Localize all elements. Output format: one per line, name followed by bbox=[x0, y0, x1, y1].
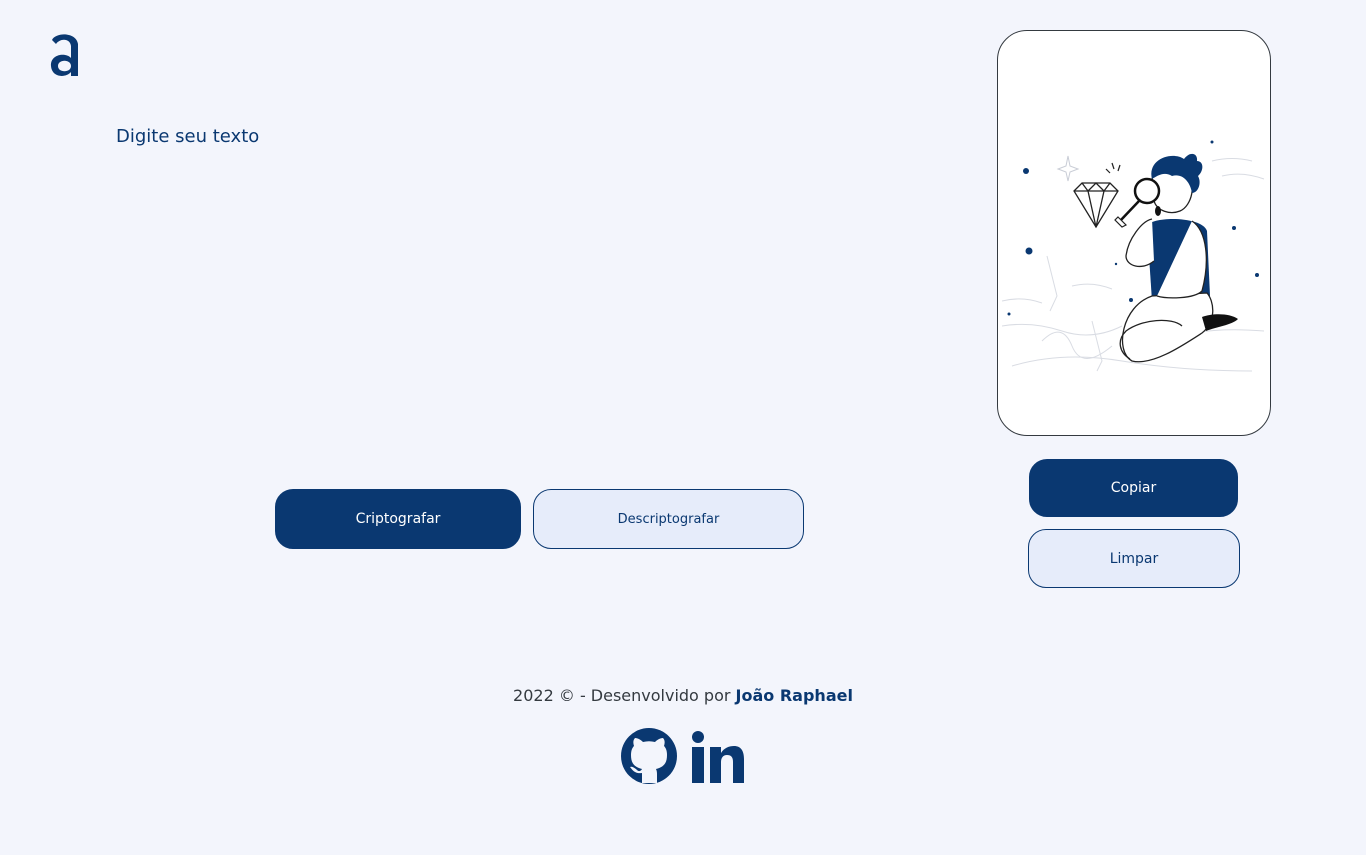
decrypt-button-label: Descriptografar bbox=[617, 511, 720, 527]
decrypt-button[interactable]: Descriptografar bbox=[533, 489, 804, 549]
output-panel bbox=[997, 30, 1271, 436]
footer-author-link[interactable]: João Raphael bbox=[736, 686, 853, 705]
page: Criptografar Descriptografar bbox=[0, 0, 1366, 855]
clear-button-label: Limpar bbox=[1109, 550, 1159, 567]
github-icon[interactable] bbox=[620, 727, 678, 785]
linkedin-icon[interactable] bbox=[688, 727, 746, 785]
footer-credit: 2022 © - Desenvolvido por João Raphael bbox=[0, 686, 1366, 705]
clear-button[interactable]: Limpar bbox=[1028, 529, 1240, 588]
encrypt-button[interactable]: Criptografar bbox=[275, 489, 521, 549]
person-with-magnifying-glass-illustration bbox=[1002, 140, 1265, 372]
footer-prefix: 2022 © - Desenvolvido por bbox=[513, 686, 736, 705]
encrypt-button-label: Criptografar bbox=[355, 511, 441, 527]
copy-button-label: Copiar bbox=[1110, 480, 1157, 496]
message-input[interactable] bbox=[112, 122, 912, 442]
alura-logo-icon[interactable] bbox=[48, 30, 84, 80]
copy-button[interactable]: Copiar bbox=[1029, 459, 1238, 517]
